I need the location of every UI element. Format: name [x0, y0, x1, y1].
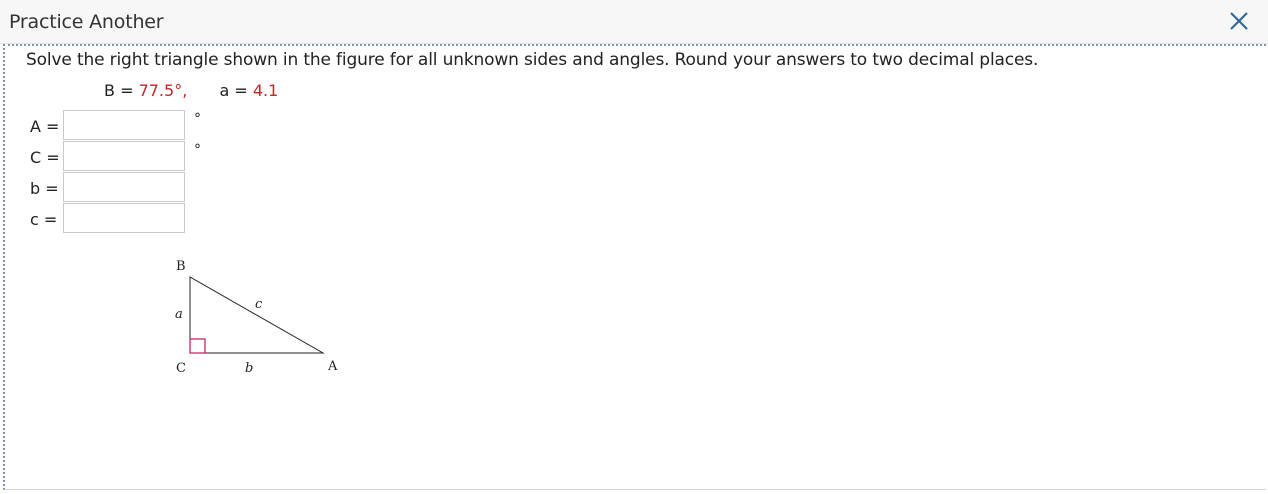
- angle-a-input[interactable]: [63, 110, 185, 140]
- given-values: B = 77.5°, a = 4.1: [104, 81, 278, 100]
- side-b-input[interactable]: [63, 172, 185, 202]
- vertex-label-a: A: [327, 359, 338, 374]
- given-a-value: 4.1: [252, 81, 279, 100]
- triangle-outline: [189, 276, 325, 354]
- side-label-c: c: [255, 297, 263, 312]
- degree-unit-a: °: [194, 111, 201, 127]
- question-text: Solve the right triangle shown in the fi…: [26, 50, 1039, 70]
- practice-another-title: Practice Another: [9, 11, 164, 33]
- answer-label-side-b: b =: [30, 179, 59, 198]
- vertex-label-b: B: [176, 259, 186, 274]
- given-a-label: a =: [219, 81, 248, 100]
- side-label-a: a: [175, 307, 183, 322]
- answer-label-side-c: c =: [30, 210, 58, 229]
- practice-header: Practice Another: [0, 0, 1268, 44]
- side-c-input[interactable]: [63, 203, 185, 233]
- given-b-label: B =: [104, 81, 134, 100]
- answer-label-angle-c: C =: [30, 148, 60, 167]
- vertex-label-c: C: [176, 361, 186, 376]
- right-triangle-figure: B C A a b c: [175, 259, 338, 376]
- degree-unit-c: °: [194, 142, 201, 158]
- close-icon: [1230, 12, 1248, 30]
- side-label-b: b: [245, 361, 253, 376]
- answer-label-angle-a: A =: [30, 117, 60, 136]
- right-angle-marker: [189, 338, 206, 354]
- given-b-value: 77.5°,: [138, 81, 188, 100]
- angle-c-input[interactable]: [63, 141, 185, 171]
- close-button[interactable]: [1226, 8, 1252, 34]
